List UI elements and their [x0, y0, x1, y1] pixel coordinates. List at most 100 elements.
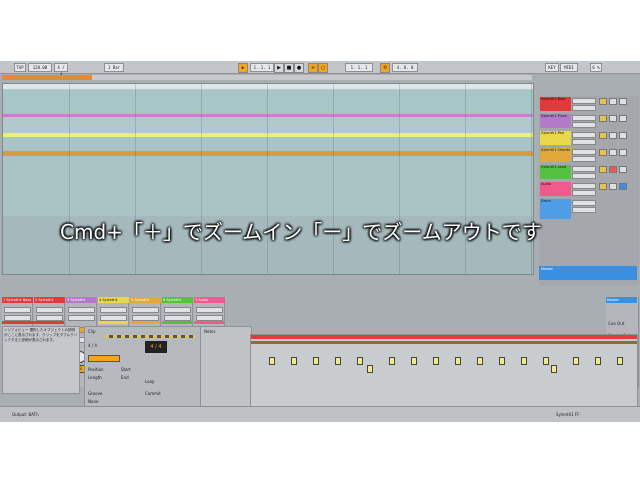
midi-note[interactable]: [269, 357, 275, 365]
tempo-field[interactable]: 120.00: [28, 63, 52, 72]
follow-button[interactable]: ▸: [238, 63, 248, 73]
midi-note[interactable]: [367, 365, 373, 373]
output-select[interactable]: [572, 105, 596, 111]
solo-button[interactable]: [609, 166, 617, 173]
track-name[interactable]: Drum: [540, 199, 571, 219]
automation-button[interactable]: ○: [318, 63, 328, 73]
arm-button[interactable]: [619, 115, 627, 122]
loop-brace[interactable]: [251, 335, 637, 339]
track-header-1[interactable]: Sylenth1 Bass: [539, 96, 637, 113]
midi-note[interactable]: [389, 357, 395, 365]
track-header-6[interactable]: Audio: [539, 181, 637, 198]
track-header-7[interactable]: Drum: [539, 198, 637, 220]
midi-note[interactable]: [499, 357, 505, 365]
activator-button[interactable]: [599, 132, 607, 139]
overview-selection[interactable]: [2, 75, 92, 80]
track-name[interactable]: Sylenth1 Chords: [540, 148, 571, 162]
master-strip-name[interactable]: Master: [606, 297, 637, 303]
clip-lane-4[interactable]: [3, 156, 533, 216]
midi-note[interactable]: [335, 357, 341, 365]
track-name[interactable]: Sylenth1 Bass: [540, 97, 571, 111]
track-name[interactable]: Sylenth1 Pluck: [540, 114, 571, 128]
midi-note[interactable]: [357, 357, 363, 365]
track-name[interactable]: Sylenth1 Lead: [540, 165, 571, 179]
arm-button[interactable]: [619, 166, 627, 173]
midi-note[interactable]: [291, 357, 297, 365]
input-type-select[interactable]: [4, 307, 31, 313]
strip-name[interactable]: 5 Sylenth1: [130, 297, 161, 303]
track-name[interactable]: Audio: [540, 182, 571, 196]
clip-view[interactable]: Clip 4 / 4 4 / 4 Position Length Groove …: [84, 326, 201, 413]
output-select[interactable]: [572, 139, 596, 145]
activator-button[interactable]: [599, 98, 607, 105]
clip-lane-1[interactable]: [3, 90, 533, 114]
track-header-2[interactable]: Sylenth1 Pluck: [539, 113, 637, 130]
arrangement-view[interactable]: [2, 83, 534, 275]
record-icon[interactable]: ●: [294, 63, 304, 73]
arm-button[interactable]: [619, 132, 627, 139]
input-select[interactable]: [572, 183, 596, 189]
input-select[interactable]: [572, 132, 596, 138]
midi-note[interactable]: [551, 365, 557, 373]
output-select[interactable]: [572, 190, 596, 196]
clip-activator[interactable]: [88, 355, 120, 362]
clip-groove-value[interactable]: None: [88, 399, 98, 404]
input-select[interactable]: [572, 200, 596, 206]
clip-lane-2[interactable]: [3, 117, 533, 133]
quantize-menu[interactable]: 1 Bar: [104, 63, 124, 72]
midi-note[interactable]: [573, 357, 579, 365]
strip-name[interactable]: 1 Sylenth1 Bass: [2, 297, 33, 303]
key-map-button[interactable]: KEY: [545, 63, 559, 72]
loop-start-field[interactable]: 1. 1. 1: [345, 63, 373, 72]
midi-note[interactable]: [477, 357, 483, 365]
overdub-button[interactable]: +: [308, 63, 318, 73]
activator-button[interactable]: [599, 149, 607, 156]
midi-note[interactable]: [521, 357, 527, 365]
tap-button[interactable]: TAP: [14, 63, 26, 72]
loop-button[interactable]: ⟲: [380, 63, 390, 73]
notes-panel[interactable]: Notes: [200, 326, 252, 413]
ruler[interactable]: [3, 84, 533, 89]
strip-name[interactable]: 7 Audio: [194, 297, 225, 303]
midi-note-editor[interactable]: [250, 334, 638, 408]
input-select[interactable]: [572, 98, 596, 104]
solo-button[interactable]: [609, 98, 617, 105]
track-header-4[interactable]: Sylenth1 Chords: [539, 147, 637, 164]
midi-note[interactable]: [455, 357, 461, 365]
midi-note[interactable]: [411, 357, 417, 365]
input-select[interactable]: [572, 149, 596, 155]
clip-lane-3[interactable]: [3, 137, 533, 151]
loop-length-field[interactable]: 4. 0. 0: [392, 63, 418, 72]
input-type-select[interactable]: [68, 307, 95, 313]
midi-note[interactable]: [313, 357, 319, 365]
activator-button[interactable]: [599, 115, 607, 122]
input-select[interactable]: [572, 166, 596, 172]
activator-button[interactable]: [599, 183, 607, 190]
track-header-5[interactable]: Sylenth1 Lead: [539, 164, 637, 181]
midi-note[interactable]: [595, 357, 601, 365]
solo-button[interactable]: [609, 149, 617, 156]
midi-note[interactable]: [543, 357, 549, 365]
time-signature[interactable]: 4 / 4: [54, 63, 68, 77]
input-type-select[interactable]: [132, 307, 159, 313]
output-select[interactable]: [572, 173, 596, 179]
input-type-select[interactable]: [196, 307, 223, 313]
overview-strip[interactable]: [92, 75, 532, 80]
strip-name[interactable]: 6 Sylenth1: [162, 297, 193, 303]
track-header-3[interactable]: Sylenth1 Pad: [539, 130, 637, 147]
midi-map-button[interactable]: MIDI: [560, 63, 578, 72]
input-channel-select[interactable]: [68, 315, 95, 321]
clip-commit-button[interactable]: Commit: [145, 391, 161, 396]
solo-button[interactable]: [609, 132, 617, 139]
input-type-select[interactable]: [164, 307, 191, 313]
solo-button[interactable]: [609, 183, 617, 190]
output-select[interactable]: [572, 207, 596, 213]
activator-button[interactable]: [599, 166, 607, 173]
stop-icon[interactable]: ■: [284, 63, 294, 73]
strip-name[interactable]: 3 Sylenth1: [66, 297, 97, 303]
input-select[interactable]: [572, 115, 596, 121]
midi-note[interactable]: [433, 357, 439, 365]
midi-note[interactable]: [617, 357, 623, 365]
play-icon[interactable]: ▶: [274, 63, 284, 73]
arm-button[interactable]: [619, 183, 627, 190]
